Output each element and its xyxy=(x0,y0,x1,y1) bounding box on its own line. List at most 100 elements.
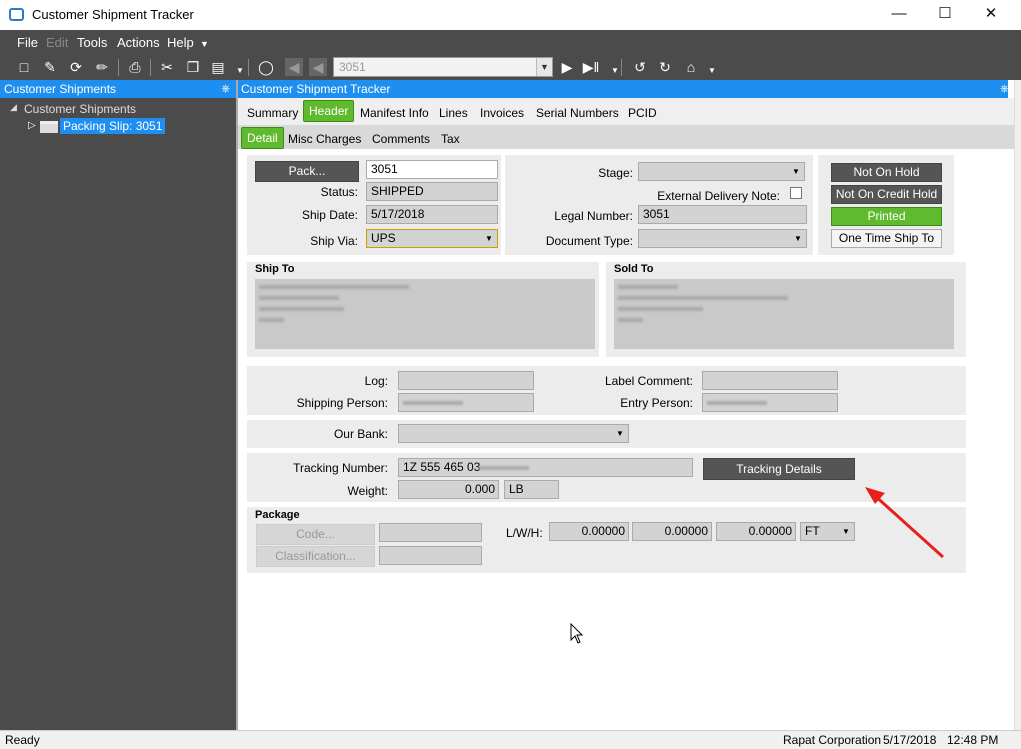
copy-icon[interactable]: ❐ xyxy=(184,58,202,76)
close-button[interactable]: ✕ xyxy=(976,4,1006,24)
legal-number-label: Legal Number: xyxy=(554,209,633,223)
tree-root[interactable]: Customer Shipments xyxy=(24,102,136,116)
tab-detail[interactable]: Detail xyxy=(241,127,284,149)
tab-invoices[interactable]: Invoices xyxy=(480,98,524,122)
mouse-cursor-icon xyxy=(570,623,584,644)
detail-pane-title: Customer Shipment Tracker xyxy=(241,82,391,96)
width-field[interactable]: 0.00000 xyxy=(632,522,712,541)
log-field[interactable] xyxy=(398,371,534,390)
printed-button[interactable]: Printed xyxy=(831,207,942,226)
pack-id-field[interactable]: 3051 xyxy=(366,160,498,179)
history-overflow-icon[interactable]: ▼ xyxy=(703,62,721,80)
label-comment-label: Label Comment: xyxy=(604,374,693,388)
tree-collapse-icon[interactable]: ▷ xyxy=(28,120,36,131)
print-icon[interactable]: ⎙ xyxy=(126,58,144,76)
weight-label: Weight: xyxy=(347,484,388,498)
chevron-down-icon[interactable]: ▼ xyxy=(789,164,803,179)
ship-date-field[interactable]: 5/17/2018 xyxy=(366,205,498,224)
tracking-details-button[interactable]: Tracking Details xyxy=(703,458,855,480)
menu-file[interactable]: File xyxy=(17,35,38,50)
toolbar-separator xyxy=(248,59,249,76)
weight-unit-field[interactable]: LB xyxy=(504,480,559,499)
legal-number-field[interactable]: 3051 xyxy=(638,205,807,224)
height-field[interactable]: 0.00000 xyxy=(716,522,796,541)
tree-item-packing-slip[interactable]: Packing Slip: 3051 xyxy=(60,118,166,134)
sold-to-label: Sold To xyxy=(614,263,654,275)
menu-edit[interactable]: Edit xyxy=(46,35,68,50)
new-icon[interactable]: □ xyxy=(15,58,33,76)
our-bank-label: Our Bank: xyxy=(333,427,388,441)
shipping-person-label: Shipping Person: xyxy=(296,396,388,410)
tab-comments[interactable]: Comments xyxy=(372,125,430,149)
menu-tools[interactable]: Tools xyxy=(77,35,107,50)
vertical-scrollbar[interactable] xyxy=(1014,80,1021,730)
tree-pane-header: Customer Shipments xyxy=(0,80,236,98)
home-icon[interactable]: ⌂ xyxy=(682,58,700,76)
chevron-down-icon[interactable]: ▼ xyxy=(536,58,552,76)
menu-help[interactable]: Help xyxy=(167,35,194,50)
maximize-button[interactable]: ☐ xyxy=(930,4,960,24)
tree-pane: Customer Shipments ⎈ ◢ Customer Shipment… xyxy=(0,80,236,730)
entry-person-field[interactable] xyxy=(702,393,838,412)
code-field[interactable] xyxy=(379,523,482,542)
not-on-hold-button[interactable]: Not On Hold xyxy=(831,163,942,182)
minimize-button[interactable]: — xyxy=(884,4,914,24)
clear-icon[interactable]: ✏ xyxy=(93,58,111,76)
title-bar: Customer Shipment Tracker — ☐ ✕ xyxy=(0,0,1021,30)
classification-field[interactable] xyxy=(379,546,482,565)
stage-label: Stage: xyxy=(598,166,633,180)
menu-overflow-icon[interactable]: ▼ xyxy=(200,39,209,49)
tab-pcid[interactable]: PCID xyxy=(628,98,657,122)
tracking-number-field[interactable]: 1Z 555 465 03 xyxy=(398,458,693,477)
external-delivery-checkbox[interactable] xyxy=(790,187,802,199)
tab-manifest-info[interactable]: Manifest Info xyxy=(360,98,429,122)
status-field: SHIPPED xyxy=(366,182,498,201)
not-on-credit-hold-button[interactable]: Not On Credit Hold xyxy=(831,185,942,204)
one-time-ship-to-button[interactable]: One Time Ship To xyxy=(831,229,942,248)
back-icon[interactable]: ↺ xyxy=(631,58,649,76)
paste-icon[interactable]: ▤ xyxy=(209,58,227,76)
stage-select[interactable]: ▼ xyxy=(638,162,805,181)
search-icon[interactable]: ◯ xyxy=(257,58,275,76)
document-type-select[interactable]: ▼ xyxy=(638,229,807,248)
pack-button[interactable]: Pack... xyxy=(255,161,359,182)
tab-summary[interactable]: Summary xyxy=(247,98,298,122)
annotation-arrow-icon xyxy=(865,487,945,559)
refresh-icon[interactable]: ⟳ xyxy=(67,58,85,76)
tab-header[interactable]: Header xyxy=(303,100,355,122)
our-bank-select[interactable]: ▼ xyxy=(398,424,629,443)
chevron-down-icon[interactable]: ▼ xyxy=(839,524,853,539)
toolbar-overflow-icon[interactable]: ▼ xyxy=(231,62,249,80)
edit-icon[interactable]: ✎ xyxy=(41,58,59,76)
menu-actions[interactable]: Actions xyxy=(117,35,160,50)
pin-icon[interactable]: ⎈ xyxy=(1000,80,1009,98)
tab-tax[interactable]: Tax xyxy=(441,125,460,149)
chevron-down-icon[interactable]: ▼ xyxy=(613,426,627,441)
ship-via-select[interactable]: UPS ▼ xyxy=(366,229,498,248)
status-date: 5/17/2018 xyxy=(883,733,937,747)
ship-to-label: Ship To xyxy=(255,263,295,275)
dimension-unit-select[interactable]: FT ▼ xyxy=(800,522,855,541)
classification-button[interactable]: Classification... xyxy=(256,546,375,567)
detail-pane-header: Customer Shipment Tracker xyxy=(238,80,1008,98)
tab-serial-numbers[interactable]: Serial Numbers xyxy=(536,98,619,122)
tree-expand-icon[interactable]: ◢ xyxy=(10,102,17,113)
record-selector[interactable]: 3051 ▼ xyxy=(333,57,553,77)
label-comment-field[interactable] xyxy=(702,371,838,390)
pin-icon[interactable]: ⎈ xyxy=(221,80,230,98)
previous-record-icon[interactable]: ◀ xyxy=(309,58,327,76)
tab-lines[interactable]: Lines xyxy=(439,98,468,122)
chevron-down-icon[interactable]: ▼ xyxy=(791,231,805,246)
last-record-icon[interactable]: ▶‖ xyxy=(582,58,600,76)
next-record-icon[interactable]: ▶ xyxy=(558,58,576,76)
chevron-down-icon[interactable]: ▼ xyxy=(482,231,496,246)
length-field[interactable]: 0.00000 xyxy=(549,522,629,541)
cut-icon[interactable]: ✂ xyxy=(158,58,176,76)
forward-icon[interactable]: ↻ xyxy=(656,58,674,76)
code-button[interactable]: Code... xyxy=(256,524,375,545)
shipping-person-field[interactable] xyxy=(398,393,534,412)
tab-misc-charges[interactable]: Misc Charges xyxy=(288,125,361,149)
weight-field[interactable]: 0.000 xyxy=(398,480,499,499)
first-record-icon[interactable]: ◀ xyxy=(285,58,303,76)
sub-tabs: Detail Misc Charges Comments Tax xyxy=(238,125,1014,149)
